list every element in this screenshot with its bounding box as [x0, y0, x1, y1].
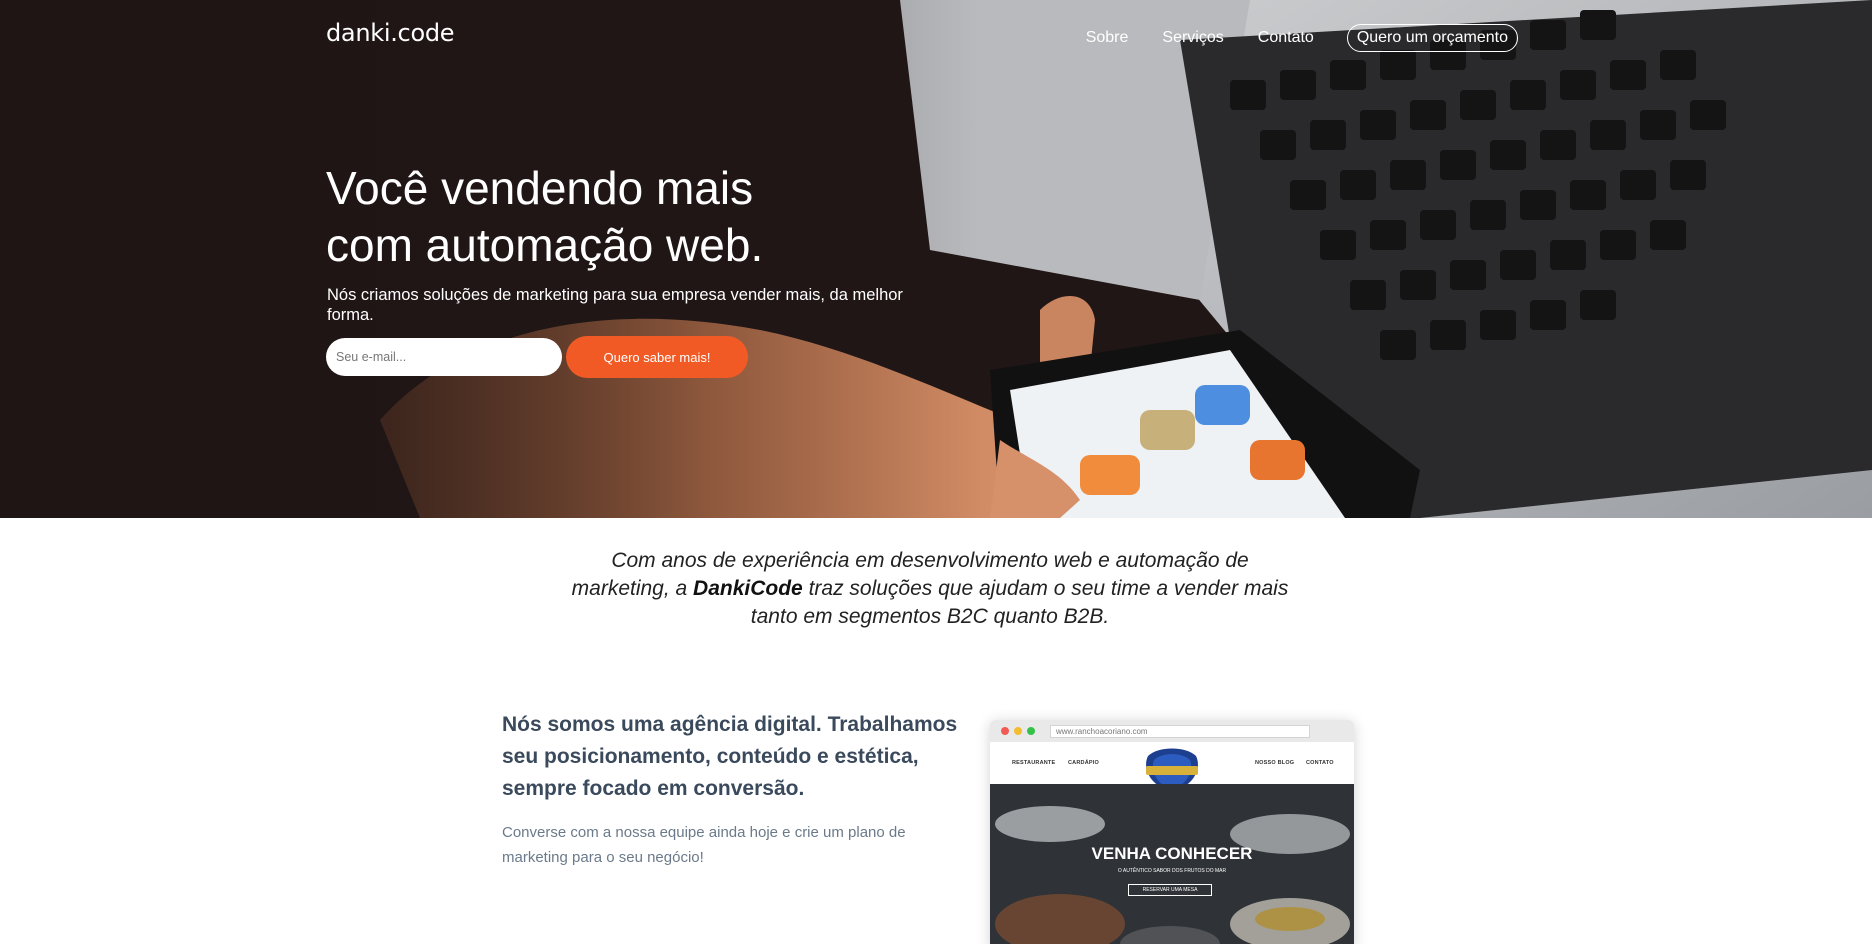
mockup-nav-cardapio: CARDÁPIO — [1068, 760, 1099, 766]
window-maximize-dot-icon — [1027, 727, 1035, 735]
main-nav: Sobre Serviços Contato Quero um orçament… — [1052, 24, 1518, 52]
restaurant-table-photo — [990, 784, 1354, 944]
newsletter-form: Quero saber mais! — [326, 336, 748, 378]
mockup-reserve-button: RESERVAR UMA MESA — [1128, 884, 1212, 896]
hero-section: danki.code Sobre Serviços Contato Quero … — [0, 0, 1872, 518]
mockup-hero-image: VENHA CONHECER O AUTÊNTICO SABOR DOS FRU… — [990, 784, 1354, 944]
mockup-hero-title: VENHA CONHECER — [1091, 844, 1253, 863]
hero-title-line-1: Você vendendo mais — [326, 162, 754, 214]
portfolio-browser-mockup: www.ranchoacoriano.com RESTAURANTE CARDÁ… — [990, 720, 1354, 944]
mockup-nav-blog: NOSSO BLOG — [1255, 760, 1295, 766]
email-input[interactable] — [326, 338, 562, 376]
mockup-nav-contato: CONTATO — [1306, 760, 1334, 766]
mockup-hero-subtitle: O AUTÊNTICO SABOR DOS FRUTOS DO MAR — [1117, 868, 1227, 874]
hero-background-photo — [0, 0, 1872, 518]
window-close-dot-icon — [1001, 727, 1009, 735]
agency-heading: Nós somos uma agência digital. Trabalham… — [502, 713, 958, 800]
nav-link-servicos[interactable]: Serviços — [1162, 29, 1223, 47]
hero-title-line-2: com automação web. — [326, 219, 764, 271]
intro-text-after: traz soluções que ajudam o seu time a ve… — [750, 577, 1289, 628]
window-minimize-dot-icon — [1014, 727, 1022, 735]
nav-link-contato[interactable]: Contato — [1258, 29, 1314, 47]
hero-subtitle: Nós criamos soluções de marketing para s… — [327, 286, 903, 324]
quote-request-button[interactable]: Quero um orçamento — [1346, 24, 1518, 52]
learn-more-button[interactable]: Quero saber mais! — [566, 336, 748, 378]
brand-logo[interactable]: danki.code — [326, 19, 455, 47]
agency-description: Converse com a nossa equipe ainda hoje e… — [502, 824, 906, 866]
mockup-nav-restaurante: RESTAURANTE — [1012, 760, 1056, 766]
mockup-url-bar: www.ranchoacoriano.com — [1050, 725, 1310, 738]
hero-title: Você vendendo mais com automação web. — [326, 160, 886, 274]
intro-statement: Com anos de experiência em desenvolvimen… — [560, 547, 1300, 631]
nav-link-sobre[interactable]: Sobre — [1086, 29, 1129, 47]
mockup-site-nav: RESTAURANTE CARDÁPIO NOSSO BLOG CONTATO — [990, 742, 1354, 792]
mockup-browser-bar: www.ranchoacoriano.com — [990, 720, 1354, 742]
intro-brand-name: DankiCode — [693, 577, 803, 600]
